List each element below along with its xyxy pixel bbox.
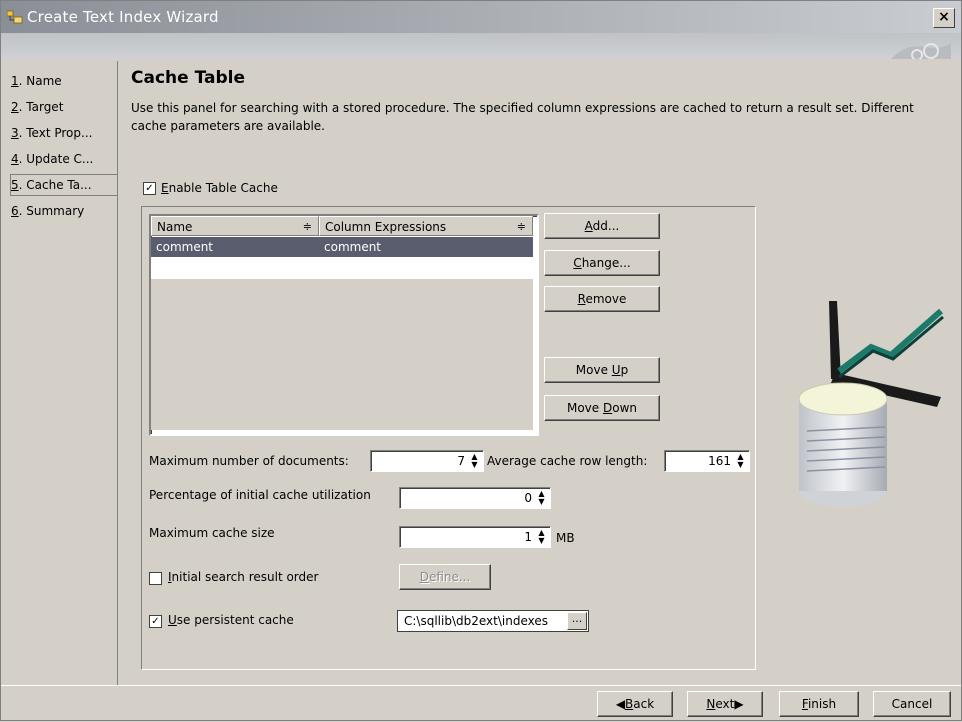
column-header-name[interactable]: Name ≑ xyxy=(151,216,319,236)
database-cache-illustration xyxy=(798,301,944,507)
pct-utilization-spinner[interactable]: 0 ▲ ▼ xyxy=(399,487,551,509)
cell-expression: comment xyxy=(324,240,382,254)
enable-table-cache-label[interactable]: Enable Table Cache xyxy=(161,181,278,195)
spinner-arrows-icon[interactable]: ▲ ▼ xyxy=(468,453,481,469)
page-description: Use this panel for searching with a stor… xyxy=(131,101,914,133)
persistent-cache-path-field[interactable]: C:\sqllib\db2ext\indexes ... xyxy=(397,610,589,632)
table-empty-row xyxy=(151,257,533,279)
avg-row-length-spinner[interactable]: 161 ▲ ▼ xyxy=(664,450,750,472)
nav-step-cache-table[interactable]: 5. Cache Ta... xyxy=(10,174,117,196)
table-row[interactable]: comment comment xyxy=(151,237,533,257)
cell-name: comment xyxy=(156,240,214,254)
persistent-cache-checkbox[interactable]: ✓ xyxy=(149,615,162,628)
wizard-window: Create Text Index Wizard × 1. Name 2. Ta… xyxy=(0,0,962,721)
back-arrow-icon: ◀ xyxy=(615,697,626,711)
next-arrow-icon: ▶ xyxy=(734,697,744,711)
banner-strip xyxy=(1,33,961,59)
gears-icon xyxy=(891,43,951,59)
move-down-button[interactable]: Move Down xyxy=(544,395,660,421)
title-bar: Create Text Index Wizard × xyxy=(1,1,961,33)
avg-row-length-label: Average cache row length: xyxy=(487,454,648,468)
max-cache-size-spinner[interactable]: 1 ▲ ▼ xyxy=(399,526,551,548)
nav-step-summary[interactable]: 6. Summary xyxy=(11,201,117,221)
max-documents-spinner[interactable]: 7 ▲ ▼ xyxy=(370,450,484,472)
initial-search-order-checkbox[interactable] xyxy=(149,572,162,585)
max-cache-size-unit: MB xyxy=(556,531,575,545)
window-title: Create Text Index Wizard xyxy=(27,8,219,26)
wizard-app-icon xyxy=(7,10,23,24)
spinner-arrows-icon[interactable]: ▲ ▼ xyxy=(535,529,548,545)
remove-button[interactable]: Remove xyxy=(544,286,660,312)
change-button[interactable]: Change... xyxy=(544,250,660,276)
max-cache-size-label: Maximum cache size xyxy=(149,526,275,540)
cache-columns-table[interactable]: Name ≑ Column Expressions ≑ comment commen… xyxy=(149,214,539,436)
nav-step-name[interactable]: 1. Name xyxy=(11,71,117,91)
page-title: Cache Table xyxy=(131,68,245,88)
add-button[interactable]: Add... xyxy=(544,213,660,239)
nav-step-target[interactable]: 2. Target xyxy=(11,97,117,117)
nav-step-text-properties[interactable]: 3. Text Prop... xyxy=(11,123,117,143)
sort-icon: ≑ xyxy=(302,220,312,233)
pct-utilization-label: Percentage of initial cache utilization xyxy=(149,488,371,502)
persistent-cache-label[interactable]: Use persistent cache xyxy=(168,613,294,627)
cancel-button[interactable]: Cancel xyxy=(873,691,951,717)
define-button[interactable]: Define... xyxy=(399,564,491,590)
column-header-expressions[interactable]: Column Expressions ≑ xyxy=(319,216,533,236)
back-button[interactable]: ◀Back xyxy=(597,691,673,717)
sort-icon: ≑ xyxy=(516,220,526,233)
close-button[interactable]: × xyxy=(933,8,955,28)
initial-search-order-label[interactable]: Initial search result order xyxy=(168,570,318,584)
browse-button[interactable]: ... xyxy=(567,612,587,630)
table-empty-area xyxy=(151,279,533,430)
move-up-button[interactable]: Move Up xyxy=(544,357,660,383)
finish-button[interactable]: Finish xyxy=(779,691,859,717)
next-button[interactable]: Next▶ xyxy=(687,691,763,717)
spinner-arrows-icon[interactable]: ▲ ▼ xyxy=(734,453,747,469)
nav-step-update[interactable]: 4. Update C... xyxy=(11,149,117,169)
max-documents-label: Maximum number of documents: xyxy=(149,454,349,468)
spinner-arrows-icon[interactable]: ▲ ▼ xyxy=(535,490,548,506)
enable-table-cache-checkbox[interactable]: ✓ xyxy=(143,182,156,195)
step-navigation: 1. Name 2. Target 3. Text Prop... 4. Upd… xyxy=(1,61,118,685)
